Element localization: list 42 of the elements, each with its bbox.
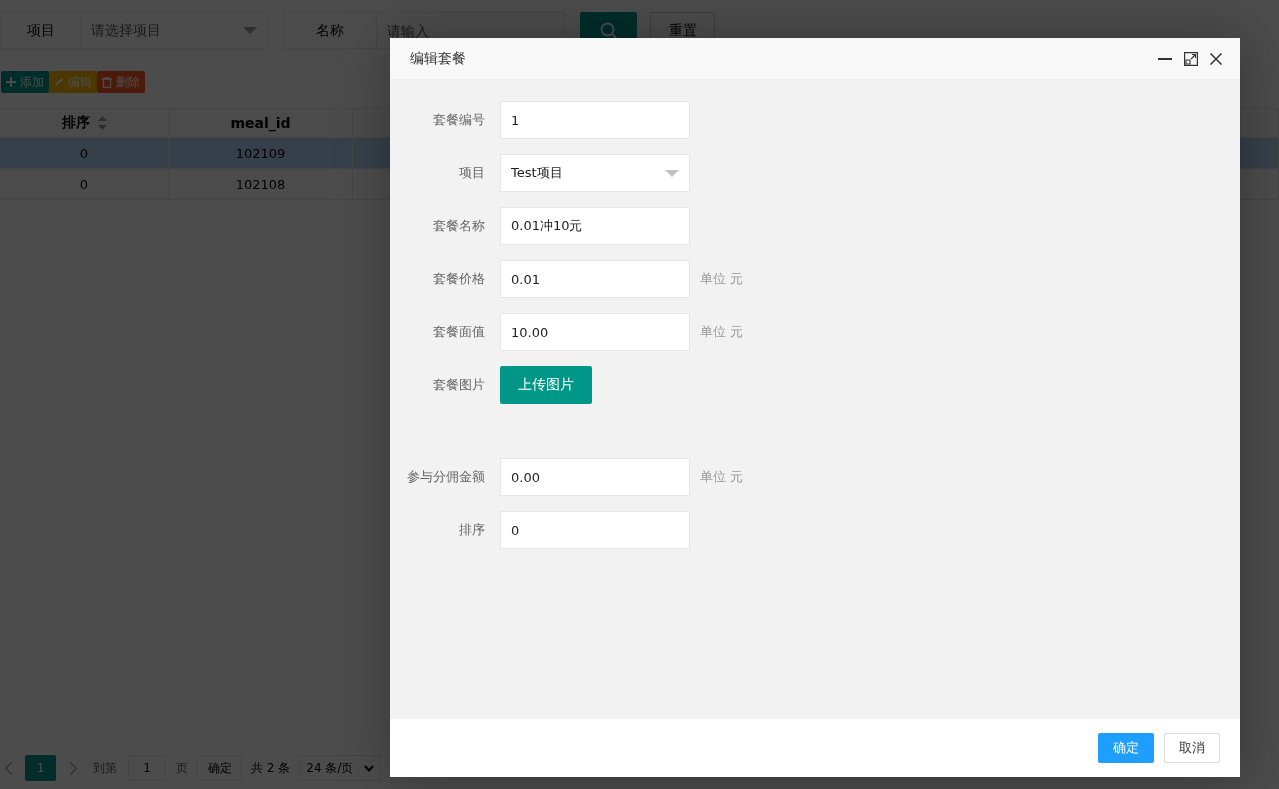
trash-icon xyxy=(102,76,112,88)
total-count: 共 2 条 xyxy=(251,759,291,777)
text-input[interactable]: 0.01 xyxy=(500,260,690,298)
upload-button[interactable]: 上传图片 xyxy=(500,366,592,404)
form-label: 套餐名称 xyxy=(433,217,485,235)
maximize-icon[interactable] xyxy=(1184,51,1198,66)
plus-icon xyxy=(6,77,16,87)
column-header: 排序 xyxy=(61,114,90,132)
text-input[interactable]: 0 xyxy=(500,511,690,549)
minimize-icon[interactable] xyxy=(1158,57,1172,60)
dialog-title: 编辑套餐 xyxy=(410,49,466,68)
form-label: 参与分佣金额 xyxy=(407,468,485,486)
form-label: 套餐编号 xyxy=(433,111,485,129)
field-label: 名称 xyxy=(283,12,376,49)
text-input[interactable]: 0.01冲10元 xyxy=(500,207,690,245)
select-field[interactable]: Test项目 xyxy=(500,154,690,192)
form-label: 套餐面值 xyxy=(433,323,485,341)
unit-text: 单位 元 xyxy=(700,468,744,486)
text-input[interactable]: 10.00 xyxy=(500,313,690,351)
page-size-select[interactable]: 24 条/页 xyxy=(299,755,382,781)
unit-text: 单位 元 xyxy=(700,323,744,341)
form-label: 套餐价格 xyxy=(433,270,485,288)
column-header: meal_id xyxy=(230,115,291,131)
pencil-icon xyxy=(54,77,64,87)
chevron-down-icon xyxy=(364,764,375,772)
field-label: 项目 xyxy=(0,12,80,49)
form-label: 项目 xyxy=(459,164,485,182)
table-cell: 0 xyxy=(79,176,89,192)
table-cell: 102109 xyxy=(235,145,286,161)
confirm-button[interactable]: 确定 xyxy=(1098,733,1154,763)
goto-confirm-button[interactable]: 确定 xyxy=(197,755,242,781)
table-cell: 0 xyxy=(79,145,89,161)
text-input[interactable]: 0.00 xyxy=(500,458,690,496)
page-input[interactable]: 1 xyxy=(128,755,166,781)
cancel-button[interactable]: 取消 xyxy=(1164,733,1220,763)
table-cell: 102108 xyxy=(235,176,286,192)
caret-down-icon xyxy=(243,27,257,34)
text-input[interactable]: 1 xyxy=(500,101,690,139)
form-label: 套餐图片 xyxy=(433,376,485,394)
close-icon[interactable] xyxy=(1210,52,1222,65)
unit-text: 单位 元 xyxy=(700,270,744,288)
form-label: 排序 xyxy=(459,521,485,539)
